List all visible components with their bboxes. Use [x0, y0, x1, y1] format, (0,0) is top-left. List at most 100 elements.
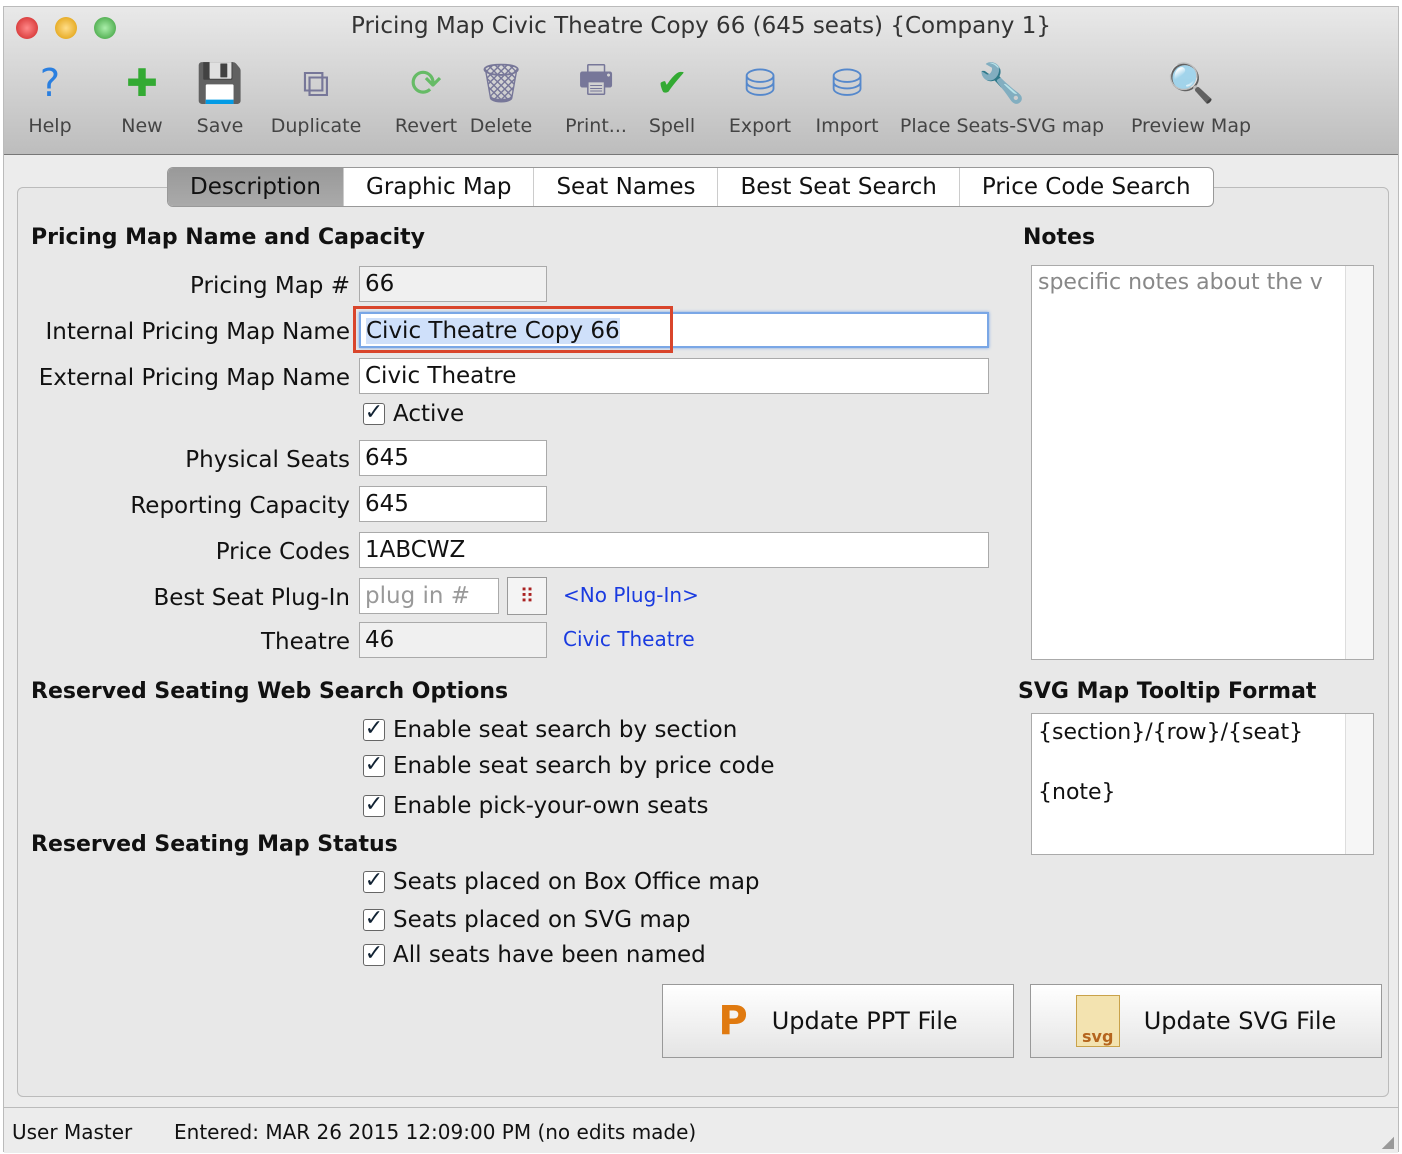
toolbar-revert-button[interactable]: ⟳ Revert [380, 55, 472, 137]
checkmark-icon: ✓ [363, 716, 385, 741]
update-svg-label: Update SVG File [1143, 1007, 1337, 1035]
toolbar-save-button[interactable]: 💾 Save [192, 55, 248, 138]
toolbar-print-button[interactable]: 🖶 Print... [558, 55, 634, 138]
toolbar-help-button[interactable]: ? Help [20, 55, 80, 137]
section-title-map-status: Reserved Seating Map Status [31, 832, 398, 857]
update-ppt-button[interactable]: P Update PPT File [662, 984, 1014, 1058]
checkmark-icon: ✓ [363, 792, 385, 817]
notes-title: Notes [1023, 225, 1096, 250]
toolbar-import-button[interactable]: ⛁ Import [808, 55, 886, 137]
option-label: Seats placed on SVG map [393, 907, 691, 933]
price-codes-label: Price Codes [215, 539, 350, 565]
toolbar-label: Help [28, 115, 72, 137]
toolbar-duplicate-button[interactable]: ⧉ Duplicate [266, 55, 366, 138]
option-label: Enable seat search by price code [393, 753, 775, 779]
price-codes-field[interactable]: 1ABCWZ [359, 532, 989, 568]
no-plugin-link[interactable]: <No Plug-In> [563, 583, 699, 607]
seats-named-checkbox[interactable]: ✓ All seats have been named [363, 942, 706, 968]
toolbar-delete-button[interactable]: 🗑 Delete [462, 55, 540, 138]
toolbar-label: Preview Map [1130, 115, 1252, 137]
spellcheck-icon: ✔ [656, 61, 688, 105]
physical-seats-label: Physical Seats [185, 447, 350, 473]
title-toolbar: Pricing Map Civic Theatre Copy 66 (645 s… [4, 7, 1398, 155]
tooltip-format-title: SVG Map Tooltip Format [1018, 679, 1317, 704]
box-office-map-checkbox[interactable]: ✓ Seats placed on Box Office map [363, 869, 760, 895]
database-export-icon: ⛁ [744, 61, 776, 105]
section-title-web-search: Reserved Seating Web Search Options [31, 679, 509, 704]
option-label: Enable seat search by section [393, 717, 738, 743]
option-label: Enable pick-your-own seats [393, 793, 709, 819]
internal-name-label: Internal Pricing Map Name [45, 319, 351, 345]
seat-plugin-picker-icon[interactable]: ⠿ [507, 577, 547, 615]
revert-icon: ⟳ [410, 61, 442, 105]
database-import-icon: ⛁ [831, 61, 863, 105]
theatre-field[interactable]: 46 [359, 622, 547, 658]
best-seat-plugin-label: Best Seat Plug-In [153, 585, 350, 611]
active-label: Active [393, 401, 465, 427]
tooltip-format-textarea[interactable]: {section}/{row}/{seat} {note} [1031, 713, 1374, 855]
highlight-box [353, 306, 673, 353]
toolbar-preview-map-button[interactable]: 🔍 Preview Map [1126, 55, 1256, 138]
toolbar-spell-button[interactable]: ✔ Spell [644, 55, 700, 137]
active-checkbox[interactable]: ✓ Active [363, 401, 464, 427]
status-user: User Master [12, 1120, 133, 1144]
pricing-map-num-label: Pricing Map # [190, 273, 350, 299]
save-icon: 💾 [196, 60, 244, 105]
toolbar-export-button[interactable]: ⛁ Export [722, 55, 798, 137]
option-label: Seats placed on Box Office map [393, 869, 760, 895]
status-entered: Entered: MAR 26 2015 12:09:00 PM (no edi… [174, 1120, 697, 1144]
toolbar-new-button[interactable]: ✚ New [104, 55, 180, 137]
tab-seat-names[interactable]: Seat Names [534, 168, 719, 206]
seat-search-section-checkbox[interactable]: ✓ Enable seat search by section [363, 717, 737, 743]
help-icon: ? [39, 61, 61, 105]
toolbar-label: Duplicate [270, 115, 362, 137]
tab-best-seat-search[interactable]: Best Seat Search [718, 168, 960, 206]
svg-file-icon: svg [1075, 995, 1120, 1047]
best-seat-plugin-field[interactable]: plug in # [359, 578, 499, 614]
option-label: All seats have been named [393, 942, 706, 968]
toolbar-label: Spell [648, 115, 696, 137]
checkmark-icon: ✓ [363, 868, 385, 893]
resize-grip-icon[interactable]: ◢ [1382, 1132, 1394, 1151]
tab-price-code-search[interactable]: Price Code Search [960, 168, 1213, 206]
external-name-label: External Pricing Map Name [38, 365, 350, 391]
status-bar: User Master Entered: MAR 26 2015 12:09:0… [4, 1107, 1398, 1153]
pricing-map-num-field[interactable]: 66 [359, 266, 547, 302]
wrench-icon: 🔧 [978, 60, 1026, 105]
notes-text: specific notes about the v [1038, 270, 1323, 295]
toolbar-label: Export [728, 115, 792, 137]
ppt-icon: P [718, 998, 748, 1044]
checkmark-icon: ✓ [363, 941, 385, 966]
physical-seats-field[interactable]: 645 [359, 440, 547, 476]
toolbar-label: Save [196, 115, 244, 137]
theatre-link[interactable]: Civic Theatre [563, 627, 695, 651]
toolbar-label: Print... [565, 115, 627, 137]
notes-textarea[interactable]: specific notes about the v [1031, 265, 1374, 660]
tab-graphic-map[interactable]: Graphic Map [344, 168, 535, 206]
trash-icon: 🗑 [476, 60, 526, 105]
pick-your-own-checkbox[interactable]: ✓ Enable pick-your-own seats [363, 793, 708, 819]
window: Pricing Map Civic Theatre Copy 66 (645 s… [3, 6, 1399, 1153]
reporting-capacity-label: Reporting Capacity [130, 493, 350, 519]
svg-map-checkbox[interactable]: ✓ Seats placed on SVG map [363, 907, 690, 933]
reporting-capacity-field[interactable]: 645 [359, 486, 547, 522]
toolbar-place-seats-svg-map-button[interactable]: 🔧 Place Seats-SVG map [894, 55, 1110, 138]
toolbar-label: Place Seats-SVG map [899, 115, 1105, 137]
toolbar-label: Delete [469, 115, 533, 137]
duplicate-icon: ⧉ [302, 60, 330, 105]
tooltip-format-text: {section}/{row}/{seat} {note} [1038, 720, 1304, 805]
tab-description[interactable]: Description [168, 168, 344, 206]
section-title-name-capacity: Pricing Map Name and Capacity [31, 225, 426, 250]
tooltip-scrollbar[interactable] [1345, 714, 1373, 854]
update-svg-button[interactable]: svg Update SVG File [1030, 984, 1382, 1058]
toolbar-label: Import [815, 115, 879, 137]
window-title: Pricing Map Civic Theatre Copy 66 (645 s… [351, 13, 1051, 39]
tab-bar: Description Graphic Map Seat Names Best … [167, 167, 1214, 207]
toolbar-label: Revert [394, 115, 458, 137]
checkmark-icon: ✓ [363, 400, 385, 425]
printer-icon: 🖶 [578, 56, 614, 101]
external-name-field[interactable]: Civic Theatre [359, 358, 989, 394]
notes-scrollbar[interactable] [1345, 266, 1373, 659]
checkmark-icon: ✓ [363, 906, 385, 931]
seat-search-price-code-checkbox[interactable]: ✓ Enable seat search by price code [363, 753, 774, 779]
